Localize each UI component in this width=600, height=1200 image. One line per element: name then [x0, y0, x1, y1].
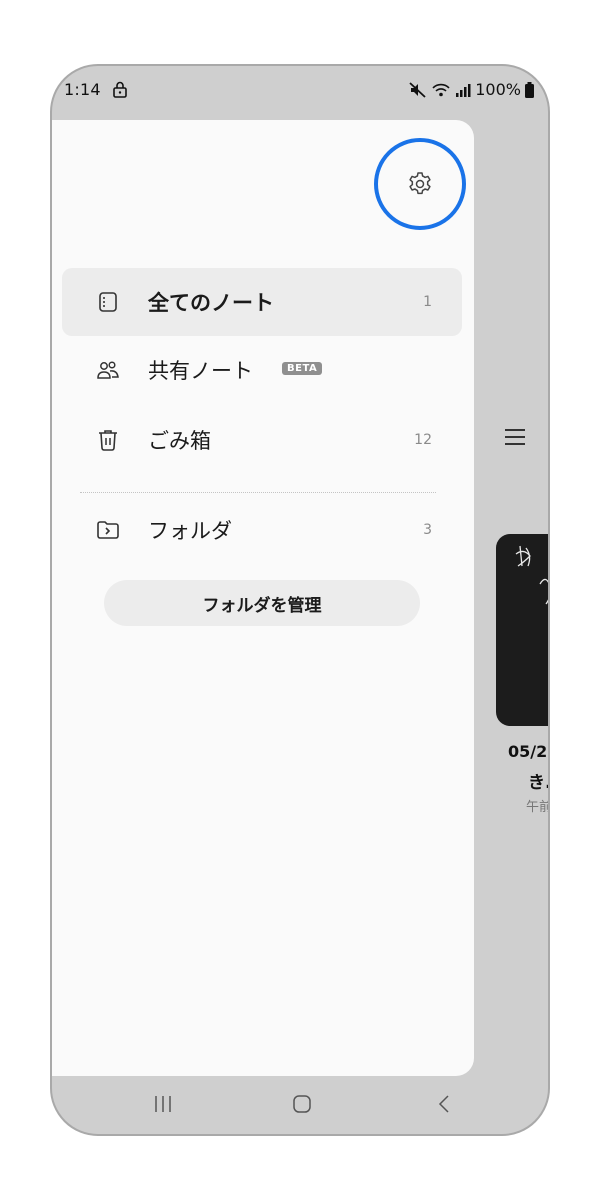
note-snippet: き.	[528, 773, 550, 793]
recent-apps-icon[interactable]	[152, 1094, 174, 1114]
home-icon[interactable]	[292, 1094, 312, 1114]
trash-icon	[99, 430, 117, 451]
status-time: 1:14	[64, 80, 101, 99]
wifi-icon	[432, 83, 450, 96]
lock-icon	[113, 81, 127, 98]
nav-item-label: フォルダ	[148, 519, 232, 543]
status-icons: 100%	[409, 80, 534, 99]
status-bar: 1:14 100%	[52, 66, 548, 118]
system-navigation-bar	[52, 1074, 548, 1134]
mute-icon	[409, 81, 426, 98]
shared-people-icon	[97, 361, 119, 379]
manage-folders-button[interactable]: フォルダを管理	[104, 580, 420, 626]
note-thumbnail[interactable]	[496, 534, 548, 726]
nav-item-shared-notes[interactable]: 共有ノート BETA	[62, 336, 462, 404]
nav-item-all-notes[interactable]: 全てのノート 1	[62, 268, 462, 336]
nav-item-count: 12	[414, 432, 432, 448]
section-divider	[80, 492, 436, 493]
battery-icon	[525, 81, 534, 98]
beta-badge: BETA	[282, 362, 323, 375]
nav-item-count: 1	[423, 294, 432, 310]
settings-button[interactable]	[374, 138, 466, 230]
hamburger-menu-icon[interactable]	[504, 428, 526, 446]
folder-icon	[97, 521, 119, 539]
handwriting-sketch	[515, 545, 548, 605]
back-icon[interactable]	[438, 1094, 450, 1114]
gear-icon	[409, 172, 431, 195]
nav-item-trash[interactable]: ごみ箱 12	[62, 406, 462, 474]
phone-frame: 1:14 100% 05/2 き. 午前 全てのノート 1 共有ノート BETA…	[50, 64, 550, 1136]
note-time: 午前	[526, 800, 550, 815]
note-title: 05/2	[508, 742, 548, 761]
nav-item-label: ごみ箱	[148, 429, 211, 453]
nav-item-count: 3	[423, 522, 432, 538]
nav-item-label: 全てのノート	[148, 291, 274, 315]
battery-percent: 100%	[475, 80, 521, 99]
nav-item-label: 共有ノート	[148, 359, 253, 383]
signal-icon	[456, 83, 471, 97]
notebook-icon	[99, 292, 117, 312]
navigation-drawer: 全てのノート 1 共有ノート BETA ごみ箱 12 フォルダ 3 フォルダを管…	[52, 120, 474, 1076]
nav-item-folders[interactable]: フォルダ 3	[62, 496, 462, 564]
